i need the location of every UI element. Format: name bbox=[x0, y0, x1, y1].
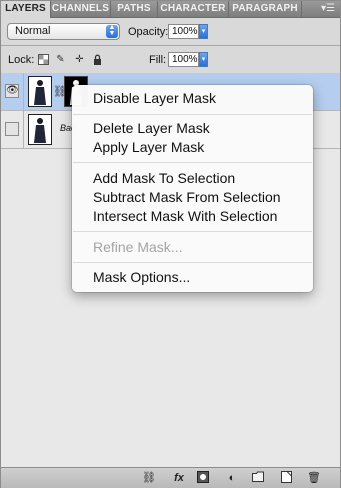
menu-item-apply-layer-mask[interactable]: Apply Layer Mask bbox=[93, 139, 204, 155]
layers-bottom-bar: ⛓ fx ◐ 🗑 bbox=[1, 467, 340, 488]
tab-paths[interactable]: PATHS bbox=[111, 1, 158, 17]
eye-icon[interactable]: 👁 bbox=[5, 84, 19, 98]
menu-item-delete-layer-mask[interactable]: Delete Layer Mask bbox=[93, 120, 210, 136]
panel-tab-bar: LAYERS CHANNELS PATHS CHARACTER PARAGRAP… bbox=[1, 1, 340, 18]
menu-item-add-mask-to-selection[interactable]: Add Mask To Selection bbox=[93, 170, 235, 186]
tab-character[interactable]: CHARACTER bbox=[158, 1, 229, 17]
tab-channels[interactable]: CHANNELS bbox=[51, 1, 111, 17]
layer-thumbnail[interactable] bbox=[28, 114, 52, 145]
menu-item-mask-options[interactable]: Mask Options... bbox=[93, 269, 190, 285]
menu-separator bbox=[73, 162, 312, 163]
opacity-field[interactable]: 100% bbox=[168, 24, 199, 39]
lock-all-icon[interactable] bbox=[92, 54, 103, 65]
lock-transparent-icon[interactable] bbox=[38, 54, 49, 65]
visibility-toggle[interactable] bbox=[5, 122, 19, 136]
lock-paint-icon[interactable]: ✎ bbox=[55, 54, 66, 65]
toolbar-divider bbox=[1, 45, 340, 46]
lock-label: Lock: bbox=[8, 54, 35, 66]
lock-move-icon[interactable]: ✛ bbox=[74, 54, 85, 65]
menu-item-disable-layer-mask[interactable]: Disable Layer Mask bbox=[93, 90, 216, 106]
eye-column-divider bbox=[23, 73, 24, 111]
new-group-icon[interactable] bbox=[251, 471, 265, 485]
trash-icon[interactable]: 🗑 bbox=[307, 471, 321, 485]
panel-menu-icon[interactable]: ▾☰ bbox=[320, 3, 336, 15]
new-layer-icon[interactable] bbox=[279, 471, 293, 485]
eye-column-divider bbox=[23, 111, 24, 149]
menu-item-intersect-mask-with-selection[interactable]: Intersect Mask With Selection bbox=[93, 208, 277, 224]
blend-mode-select[interactable]: Normal ▲ ▼ bbox=[7, 23, 120, 40]
layer-thumbnail[interactable] bbox=[28, 76, 52, 107]
fx-icon[interactable]: fx bbox=[171, 471, 187, 485]
add-mask-icon[interactable] bbox=[196, 471, 210, 485]
select-arrows-icon: ▲ ▼ bbox=[106, 24, 118, 38]
menu-separator bbox=[73, 231, 312, 232]
menu-separator bbox=[73, 262, 312, 263]
blend-mode-value: Normal bbox=[15, 25, 51, 37]
adjustment-layer-icon[interactable]: ◐ bbox=[225, 471, 239, 485]
tab-layers[interactable]: LAYERS bbox=[1, 1, 51, 18]
menu-item-subtract-mask-from-selection[interactable]: Subtract Mask From Selection bbox=[93, 189, 281, 205]
tab-paragraph[interactable]: PARAGRAPH bbox=[229, 1, 302, 17]
menu-separator bbox=[73, 114, 312, 115]
link-layers-icon[interactable]: ⛓ bbox=[141, 471, 157, 485]
fill-dropdown-icon[interactable]: ▾ bbox=[199, 52, 208, 67]
layers-panel: LAYERS CHANNELS PATHS CHARACTER PARAGRAP… bbox=[0, 0, 341, 488]
fill-field[interactable]: 100% bbox=[168, 52, 199, 67]
opacity-label: Opacity: bbox=[128, 26, 169, 38]
menu-item-refine-mask: Refine Mask... bbox=[93, 239, 183, 255]
opacity-dropdown-icon[interactable]: ▾ bbox=[199, 24, 208, 39]
layer-mask-context-menu: Disable Layer Mask Delete Layer Mask App… bbox=[72, 85, 313, 292]
fill-label: Fill: bbox=[149, 54, 167, 66]
